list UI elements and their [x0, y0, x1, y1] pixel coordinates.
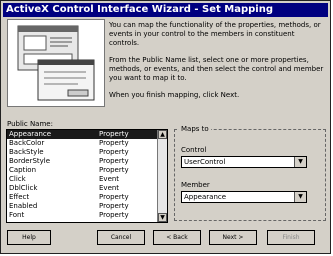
member-label: Member	[181, 181, 210, 189]
list-item-name: Font	[9, 211, 25, 219]
chevron-down-icon[interactable]: ▼	[294, 192, 306, 202]
control-label: Control	[181, 146, 207, 154]
member-value: Appearance	[184, 193, 227, 201]
list-item-name: BorderStyle	[9, 157, 51, 165]
intro-paragraph-2: From the Public Name list, select one or…	[109, 56, 324, 82]
finish-button[interactable]: Finish	[267, 230, 315, 245]
back-button[interactable]: < Back	[153, 230, 201, 245]
list-item-name: BackColor	[9, 139, 45, 147]
list-item-type: Property	[99, 211, 129, 219]
public-name-list[interactable]: Appearance Property BackColor Property BackS…	[6, 129, 168, 223]
member-dropdown[interactable]: Appearance ▼	[181, 191, 307, 203]
list-item-name: Appearance	[9, 130, 52, 138]
list-item[interactable]: DblClick Event	[7, 184, 167, 193]
list-item-type: Property	[99, 148, 129, 156]
list-item[interactable]: Caption Property	[7, 166, 167, 175]
list-item-name: BackStyle	[9, 148, 44, 156]
list-item-name: Effect	[9, 193, 30, 201]
list-item-type: Property	[99, 139, 129, 147]
maps-to-label: Maps to	[179, 125, 211, 133]
list-item-type: Property	[99, 202, 129, 210]
wizard-window: ActiveX Control Interface Wizard - Set M…	[0, 0, 331, 254]
list-scrollbar[interactable]: ▲ ▼	[157, 130, 167, 222]
public-name-label: Public Name:	[7, 120, 53, 128]
wizard-illustration	[7, 19, 105, 107]
intro-paragraph-1: You can map the functionality of the pro…	[109, 21, 321, 47]
list-item[interactable]: Effect Property	[7, 193, 167, 202]
list-item-type: Property	[99, 166, 129, 174]
list-item[interactable]: Font Property	[7, 211, 167, 220]
list-item-type: Property	[99, 130, 129, 138]
list-item-name: Enabled	[9, 202, 38, 210]
list-item[interactable]: Enabled Property	[7, 202, 167, 211]
help-button[interactable]: Help	[7, 230, 51, 245]
list-item-name: Click	[9, 175, 26, 183]
control-value: UserControl	[184, 158, 226, 166]
cancel-button[interactable]: Cancel	[97, 230, 145, 245]
scroll-down-icon[interactable]: ▼	[158, 213, 167, 222]
intro-text: You can map the functionality of the pro…	[109, 21, 325, 108]
list-item-type: Property	[99, 157, 129, 165]
list-item-type: Event	[99, 184, 120, 192]
control-dropdown[interactable]: UserControl ▼	[181, 156, 307, 168]
intro-paragraph-3: When you finish mapping, click Next.	[109, 91, 240, 99]
list-item[interactable]: Appearance Property	[7, 130, 167, 139]
list-item-name: Caption	[9, 166, 37, 174]
next-button[interactable]: Next >	[209, 230, 257, 245]
list-item[interactable]: BackColor Property	[7, 139, 167, 148]
list-item[interactable]: BackStyle Property	[7, 148, 167, 157]
scroll-up-icon[interactable]: ▲	[158, 130, 167, 139]
list-item[interactable]: BorderStyle Property	[7, 157, 167, 166]
chevron-down-icon[interactable]: ▼	[294, 157, 306, 167]
list-item[interactable]: Click Event	[7, 175, 167, 184]
list-item-name: DblClick	[9, 184, 38, 192]
list-item-type: Event	[99, 175, 120, 183]
title-bar: ActiveX Control Interface Wizard - Set M…	[3, 3, 328, 17]
list-item-type: Property	[99, 193, 129, 201]
maps-to-group	[174, 129, 326, 221]
